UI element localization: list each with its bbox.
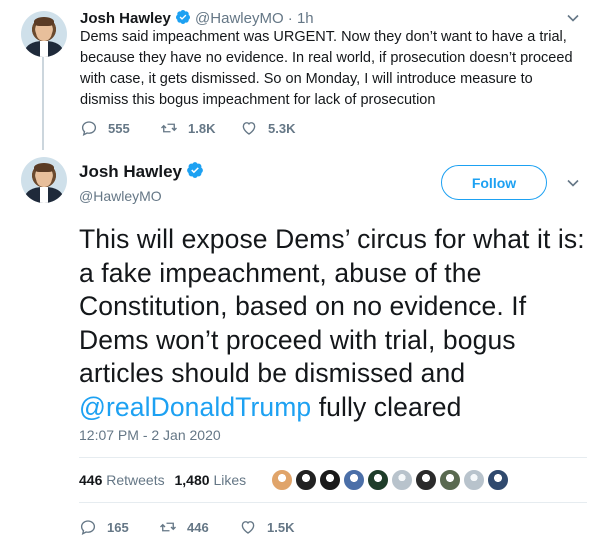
main-handle[interactable]: @HawleyMO	[79, 188, 204, 204]
parent-author-name[interactable]: Josh Hawley	[80, 10, 171, 27]
avatar-default[interactable]	[463, 469, 485, 491]
reply-icon	[80, 520, 96, 536]
parent-tweet[interactable]: Josh Hawley @HawleyMO · 1h Dems said imp…	[0, 0, 601, 150]
main-text-tail: fully cleared	[311, 391, 462, 422]
main-actions: 165 446 1.5K	[79, 518, 319, 536]
main-avatar[interactable]	[21, 157, 67, 203]
liker-avatars	[271, 469, 511, 491]
main-retweet-count: 446	[187, 519, 209, 535]
tweet-timestamp[interactable]: 12:07 PM - 2 Jan 2020	[79, 427, 221, 443]
avatar-tnba-logo[interactable]	[415, 469, 437, 491]
verified-badge-icon	[175, 10, 190, 24]
main-tweet-text: This will expose Dems’ circus for what i…	[79, 223, 587, 424]
reply-icon	[81, 121, 97, 137]
main-like-count: 1.5K	[267, 519, 295, 535]
avatar-person-blue[interactable]	[487, 469, 509, 491]
parent-header: Josh Hawley @HawleyMO · 1h	[80, 9, 314, 27]
avatar-dark-circle[interactable]	[295, 469, 317, 491]
parent-reply-count: 555	[108, 120, 130, 136]
avatar-person[interactable]	[343, 469, 365, 491]
avatar-green-logo[interactable]	[367, 469, 389, 491]
parent-like-button[interactable]: 5.3K	[240, 119, 320, 137]
main-chevron-down-icon[interactable]	[566, 176, 580, 190]
follow-button[interactable]: Follow	[441, 165, 547, 200]
parent-tweet-text: Dems said impeachment was URGENT. Now th…	[80, 29, 573, 108]
retweet-icon	[160, 522, 176, 532]
heart-icon	[242, 122, 256, 135]
retweets-label: Retweets	[106, 472, 165, 488]
mention-link[interactable]: @realDonaldTrump	[79, 392, 311, 422]
parent-chevron-down-icon[interactable]	[566, 11, 580, 25]
avatar-bitmoji[interactable]	[271, 469, 293, 491]
stats-row: 446 Retweets 1,480 Likes	[79, 472, 246, 488]
main-reply-count: 165	[107, 519, 129, 535]
likes-label: Likes	[213, 472, 247, 488]
avatar-text-logo[interactable]	[319, 469, 341, 491]
parent-avatar[interactable]	[21, 11, 67, 57]
main-text-body: This will expose Dems’ circus for what i…	[79, 224, 585, 388]
main-reply-button[interactable]: 165	[79, 518, 159, 536]
parent-actions: 555 1.8K 5.3K	[80, 119, 320, 137]
likes-stat[interactable]: 1,480 Likes	[175, 472, 247, 488]
retweets-stat[interactable]: 446 Retweets	[79, 472, 165, 488]
verified-badge-icon	[187, 162, 203, 178]
separator-dot: ·	[287, 10, 293, 27]
parent-like-count: 5.3K	[268, 120, 296, 136]
main-author-name[interactable]: Josh Hawley	[79, 162, 182, 181]
avatar-default[interactable]	[391, 469, 413, 491]
parent-time[interactable]: 1h	[297, 10, 314, 27]
main-retweet-button[interactable]: 446	[159, 518, 239, 536]
divider-top	[79, 457, 587, 458]
parent-retweet-button[interactable]: 1.8K	[160, 119, 240, 137]
retweets-count: 446	[79, 472, 103, 488]
avatar-landscape[interactable]	[439, 469, 461, 491]
main-like-button[interactable]: 1.5K	[239, 518, 319, 536]
retweet-icon	[161, 123, 177, 133]
parent-reply-button[interactable]: 555	[80, 119, 160, 137]
parent-handle[interactable]: @HawleyMO	[195, 10, 284, 27]
heart-icon	[241, 521, 255, 534]
divider-bottom	[79, 502, 587, 503]
likes-count: 1,480	[174, 472, 210, 488]
main-author-block[interactable]: Josh Hawley @HawleyMO	[79, 161, 204, 204]
parent-retweet-count: 1.8K	[188, 120, 216, 136]
